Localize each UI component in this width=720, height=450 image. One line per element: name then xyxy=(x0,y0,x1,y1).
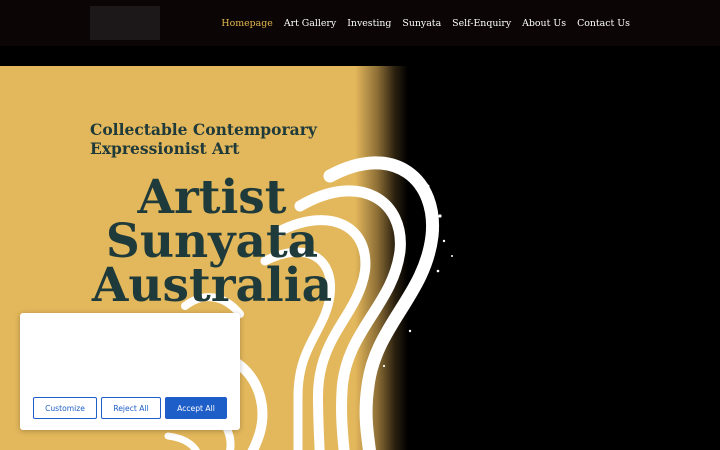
page: Homepage Art Gallery Investing Sunyata S… xyxy=(0,0,720,450)
hero-title-line-3: Australia xyxy=(91,258,333,313)
hero-subtitle: Collectable Contemporary Expressionist A… xyxy=(90,120,350,158)
hero-subtitle-line-2: Expressionist Art xyxy=(90,139,240,158)
site-logo[interactable] xyxy=(90,6,160,40)
nav-self-enquiry[interactable]: Self-Enquiry xyxy=(452,18,511,29)
nav-contact-us[interactable]: Contact Us xyxy=(577,18,630,29)
nav-art-gallery[interactable]: Art Gallery xyxy=(284,18,336,29)
cookie-consent-banner: Customize Reject All Accept All xyxy=(20,313,240,430)
customize-button[interactable]: Customize xyxy=(33,397,97,419)
hero-title: Artist Sunyata Australia xyxy=(70,174,354,309)
site-header: Homepage Art Gallery Investing Sunyata S… xyxy=(0,0,720,46)
accept-all-button[interactable]: Accept All xyxy=(165,397,227,419)
reject-all-button[interactable]: Reject All xyxy=(101,397,161,419)
hero-subtitle-line-1: Collectable Contemporary xyxy=(90,120,317,139)
nav-sunyata[interactable]: Sunyata xyxy=(402,18,441,29)
nav-investing[interactable]: Investing xyxy=(347,18,391,29)
main-nav: Homepage Art Gallery Investing Sunyata S… xyxy=(221,0,630,46)
nav-homepage[interactable]: Homepage xyxy=(221,18,272,29)
nav-about-us[interactable]: About Us xyxy=(522,18,566,29)
